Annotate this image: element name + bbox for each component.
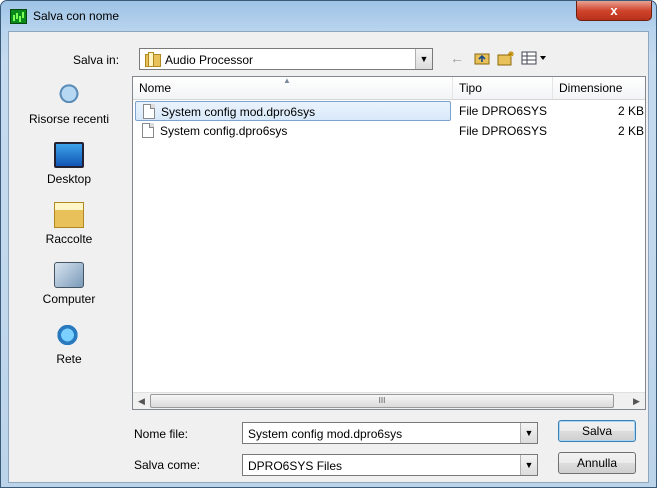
place-computer[interactable]: Computer bbox=[14, 258, 124, 316]
place-desktop[interactable]: Desktop bbox=[14, 138, 124, 196]
file-size: 2 KB bbox=[617, 124, 644, 138]
save-type-dropdown[interactable]: DPRO6SYS Files ▼ bbox=[242, 454, 538, 476]
scroll-left-icon[interactable]: ◀ bbox=[133, 393, 150, 409]
save-in-dropdown[interactable]: Audio Processor ▼ bbox=[139, 48, 433, 70]
column-header-name[interactable]: Nome ▲ bbox=[133, 77, 453, 99]
save-as-dialog: Salva con nome x Salva in: Audio Process… bbox=[0, 0, 657, 488]
file-row[interactable]: System config mod.dpro6sys File DPRO6SYS… bbox=[133, 101, 645, 121]
place-label: Computer bbox=[42, 292, 96, 306]
up-folder-icon[interactable] bbox=[473, 50, 491, 66]
horizontal-scrollbar[interactable]: ◀ III ▶ bbox=[133, 392, 645, 409]
place-label: Raccolte bbox=[45, 232, 93, 246]
scrollbar-thumb[interactable]: III bbox=[150, 394, 614, 408]
file-name-value: System config mod.dpro6sys bbox=[248, 427, 403, 441]
file-icon bbox=[143, 104, 155, 119]
dialog-body: Salva in: Audio Processor ▼ ← Risorse re… bbox=[8, 31, 649, 483]
title-bar[interactable]: Salva con nome x bbox=[1, 1, 656, 31]
file-size: 2 KB bbox=[617, 104, 644, 118]
chevron-down-icon[interactable]: ▼ bbox=[520, 423, 537, 443]
chevron-down-icon[interactable]: ▼ bbox=[520, 455, 537, 475]
recent-places-icon bbox=[54, 82, 84, 108]
save-type-value: DPRO6SYS Files bbox=[248, 459, 343, 473]
save-button[interactable]: Salva bbox=[558, 420, 636, 442]
file-icon bbox=[142, 123, 154, 138]
place-label: Risorse recenti bbox=[28, 112, 110, 126]
cancel-button[interactable]: Annulla bbox=[558, 452, 636, 474]
place-label: Desktop bbox=[46, 172, 92, 186]
desktop-icon bbox=[54, 142, 84, 168]
back-arrow-icon[interactable]: ← bbox=[449, 50, 465, 66]
views-menu-icon[interactable] bbox=[521, 50, 549, 66]
place-libraries[interactable]: Raccolte bbox=[14, 198, 124, 256]
network-icon bbox=[54, 322, 84, 348]
save-in-label: Salva in: bbox=[73, 53, 120, 67]
sort-ascending-icon: ▲ bbox=[283, 76, 291, 85]
scroll-right-icon[interactable]: ▶ bbox=[628, 393, 645, 409]
save-in-value: Audio Processor bbox=[165, 53, 254, 67]
chevron-down-icon[interactable]: ▼ bbox=[415, 49, 432, 69]
window-title: Salva con nome bbox=[33, 9, 120, 23]
computer-icon bbox=[54, 262, 84, 288]
folder-icon bbox=[145, 52, 161, 67]
file-type: File DPRO6SYS bbox=[459, 124, 548, 138]
file-name: System config mod.dpro6sys bbox=[161, 105, 316, 119]
libraries-icon bbox=[54, 202, 84, 228]
file-name-cell: System config.dpro6sys bbox=[135, 121, 451, 141]
file-type: File DPRO6SYS bbox=[459, 104, 548, 118]
save-type-label: Salva come: bbox=[134, 458, 201, 472]
header-divider bbox=[133, 99, 645, 100]
file-name-label: Nome file: bbox=[134, 427, 189, 441]
file-row[interactable]: System config.dpro6sys File DPRO6SYS 2 K… bbox=[133, 121, 645, 141]
file-name: System config.dpro6sys bbox=[160, 124, 288, 138]
place-label: Rete bbox=[56, 352, 82, 366]
place-network[interactable]: Rete bbox=[14, 318, 124, 376]
place-recent[interactable]: Risorse recenti bbox=[14, 78, 124, 136]
file-name-cell: System config mod.dpro6sys bbox=[135, 101, 451, 121]
app-icon bbox=[10, 9, 27, 24]
column-header-type[interactable]: Tipo bbox=[453, 77, 553, 99]
file-list[interactable]: Nome ▲ Tipo Dimensione System config mod… bbox=[132, 76, 646, 410]
close-button[interactable]: x bbox=[576, 1, 652, 21]
column-header-size[interactable]: Dimensione bbox=[553, 77, 645, 99]
column-header-label: Nome bbox=[139, 81, 172, 95]
file-name-field[interactable]: System config mod.dpro6sys ▼ bbox=[242, 422, 538, 444]
places-bar: Risorse recenti Desktop Raccolte Compute… bbox=[14, 78, 124, 408]
new-folder-icon[interactable] bbox=[497, 50, 515, 66]
